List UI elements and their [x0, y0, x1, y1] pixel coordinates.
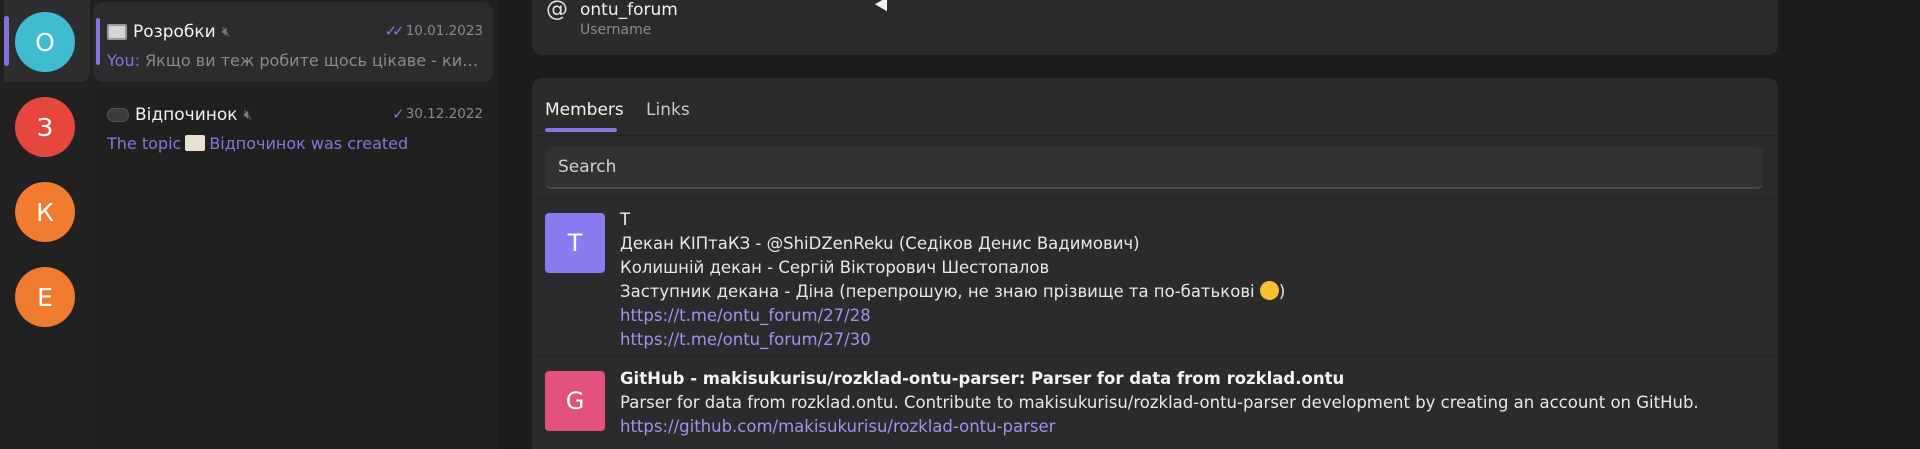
rail-avatar-k[interactable]: К — [15, 182, 75, 242]
link-title: GitHub - makisukurisu/rozklad-ontu-parse… — [620, 369, 1345, 388]
link-description-suffix: ) — [1278, 282, 1286, 301]
rail-avatar-e[interactable]: Е — [15, 267, 75, 327]
topic-list: Розробки 🔇︎ ✓✓ 10.01.2023 You: Якщо ви т… — [90, 0, 498, 449]
link-body: GitHub - makisukurisu/rozklad-ontu-parse… — [620, 367, 1760, 439]
gamepad-icon — [107, 108, 129, 122]
rail-active-marker — [4, 16, 9, 66]
username-value[interactable]: ontu_forum — [580, 0, 678, 20]
preview-sender: You: — [107, 51, 140, 70]
link-description-line: Декан КІПтаКЗ - @ShiDZenReku (Седіков Де… — [620, 234, 1140, 253]
link-url[interactable]: https://github.com/makisukurisu/rozklad-… — [620, 415, 1760, 439]
laptop-icon — [107, 24, 127, 40]
link-description-line: Parser for data from rozklad.ontu. Contr… — [620, 393, 1699, 412]
topic-title-text: Відпочинок — [135, 105, 238, 125]
tab-bar: Members Links — [532, 78, 1778, 136]
topic-item-rozrobky[interactable]: Розробки 🔇︎ ✓✓ 10.01.2023 You: Якщо ви т… — [93, 2, 493, 82]
double-check-icon: ✓✓ — [384, 22, 405, 40]
preview-suffix: Відпочинок was created — [209, 134, 409, 153]
link-avatar-letter: T — [567, 229, 583, 257]
tab-links[interactable]: Links — [646, 100, 690, 120]
shared-media-card: Members Links T T Декан КІПтаКЗ - @ShiDZ… — [532, 78, 1778, 449]
link-avatar: T — [545, 213, 605, 273]
rail-avatar-letter: К — [36, 197, 54, 227]
muted-icon: 🔇︎ — [221, 24, 231, 40]
link-url[interactable]: https://t.me/ontu_forum/27/28 — [620, 304, 1760, 328]
rail-avatar-z[interactable]: З — [15, 97, 75, 157]
topic-preview: The topic Відпочинок was created — [107, 134, 487, 153]
topic-title: Розробки 🔇︎ — [107, 22, 231, 42]
topic-date-text: 30.12.2022 — [405, 106, 483, 122]
topic-title-text: Розробки — [133, 22, 216, 42]
topic-item-vidpochynok[interactable]: Відпочинок 🔇︎ ✓ 30.12.2022 The topic Відп… — [93, 85, 493, 165]
scroll-icon — [185, 135, 206, 151]
link-url[interactable]: https://t.me/ontu_forum/27/30 — [620, 328, 1760, 352]
pensive-face-icon — [1259, 281, 1279, 300]
row-divider — [532, 198, 1778, 199]
tab-members[interactable]: Members — [545, 100, 624, 120]
folder-rail: О З К Е — [0, 0, 90, 449]
username-card: @ ontu_forum Username — [532, 0, 1778, 55]
link-avatar: G — [545, 371, 605, 431]
muted-icon: 🔇︎ — [243, 107, 253, 123]
check-icon: ✓ — [392, 105, 404, 123]
link-description-line: Заступник декана - Діна (перепрошую, не … — [620, 280, 1760, 304]
username-label: Username — [580, 22, 652, 38]
preview-text: Якщо ви теж робите щось цікаве - кидайте… — [145, 51, 487, 70]
link-description-line: Колишній декан - Сергій Вікторович Шесто… — [620, 258, 1050, 277]
topic-date: ✓✓ 10.01.2023 — [385, 22, 483, 40]
link-title: T — [620, 210, 631, 229]
row-divider — [532, 356, 1778, 357]
link-description-text: Заступник декана - Діна (перепрошую, не … — [620, 282, 1255, 301]
topic-title: Відпочинок 🔇︎ — [107, 105, 252, 125]
at-sign-icon: @ — [546, 0, 568, 22]
link-avatar-letter: G — [565, 387, 585, 415]
topic-preview: You: Якщо ви теж робите щось цікаве - ки… — [107, 51, 487, 70]
rail-avatar-letter: З — [36, 112, 54, 142]
search-box — [545, 147, 1763, 189]
rail-avatar-letter: О — [35, 27, 55, 57]
rail-avatar-letter: Е — [37, 282, 53, 312]
topic-date-text: 10.01.2023 — [405, 23, 483, 39]
preview-prefix: The topic — [107, 134, 182, 153]
active-tab-indicator — [545, 128, 617, 132]
rail-avatar-o[interactable]: О — [15, 12, 75, 72]
search-input[interactable] — [558, 157, 1763, 177]
topic-date: ✓ 30.12.2022 — [392, 105, 483, 123]
link-body: T Декан КІПтаКЗ - @ShiDZenReku (Седіков … — [620, 208, 1760, 352]
telegram-window: О З К Е Розробки 🔇︎ ✓✓ 10.01.2023 You: Я… — [0, 0, 1920, 449]
